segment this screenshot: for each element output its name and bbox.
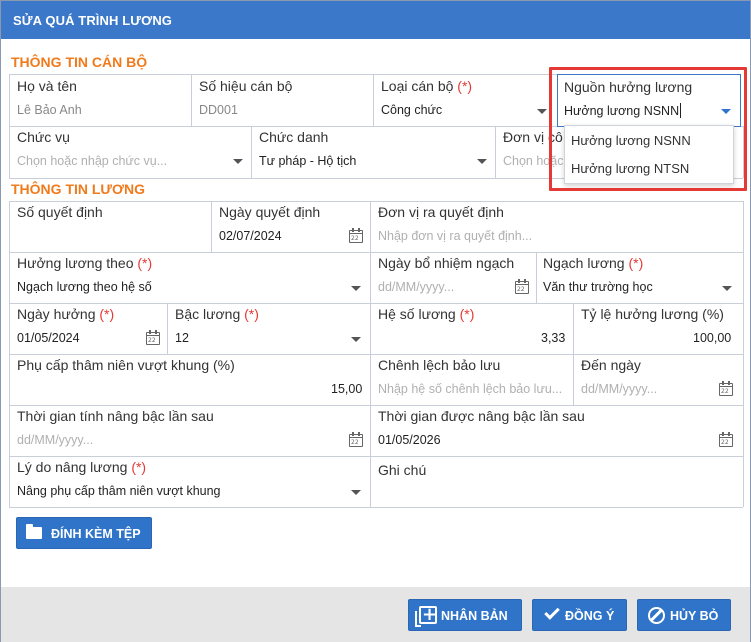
grid-line (191, 74, 192, 126)
grid-line (9, 201, 743, 202)
decision-date-label: Ngày quyết định (219, 204, 321, 220)
duplicate-label: NHÂN BẢN (441, 609, 508, 623)
grid-line (9, 354, 743, 355)
grid-line (251, 126, 252, 178)
position-label: Chức vụ (17, 129, 70, 145)
chevron-down-icon[interactable] (722, 286, 732, 291)
position-select[interactable]: Chọn hoặc nhập chức vụ... (17, 154, 217, 168)
calendar-icon[interactable] (349, 228, 363, 243)
grid-line (373, 74, 374, 126)
grid-line (370, 201, 371, 507)
grid-line (9, 456, 743, 457)
check-icon (544, 604, 560, 620)
chevron-down-icon[interactable] (351, 286, 361, 291)
cancel-button[interactable]: HỦY BỎ (637, 599, 731, 631)
grid-line (9, 74, 10, 178)
chevron-down-icon[interactable] (537, 109, 547, 114)
rank-date-label: Ngày bổ nhiệm ngạch (378, 255, 515, 271)
chevron-down-icon[interactable] (477, 159, 487, 164)
grade-label: Bậc lương (*) (175, 306, 259, 322)
next-raise-input[interactable]: 01/05/2026 (378, 433, 441, 447)
chevron-down-icon[interactable] (233, 159, 243, 164)
agree-label: ĐỒNG Ý (565, 609, 615, 623)
next-raise-calc-input[interactable]: dd/MM/yyyy... (17, 433, 167, 447)
dialog-title: SỬA QUÁ TRÌNH LƯƠNG (1, 1, 750, 39)
issuing-unit-label: Đơn vị ra quyết định (378, 204, 504, 220)
reserve-diff-input[interactable]: Nhập hệ số chênh lệch bảo lưu... (378, 382, 566, 396)
rank-date-input[interactable]: dd/MM/yyyy... (378, 280, 498, 294)
chevron-down-icon[interactable] (351, 337, 361, 342)
grid-line (9, 303, 743, 304)
copy-icon (415, 604, 437, 627)
to-date-label: Đến ngày (581, 357, 641, 373)
full-name-value: Lê Bảo Anh (17, 103, 82, 117)
folder-icon (26, 524, 42, 539)
full-name-label: Họ và tên (17, 78, 77, 94)
salary-by-label: Hưởng lương theo (*) (17, 255, 153, 271)
rate-label: Tỷ lệ hưởng lương (%) (581, 306, 724, 322)
grid-line (9, 405, 743, 406)
rank-select[interactable]: Văn thư trường học (543, 280, 653, 294)
decision-no-label: Số quyết định (17, 204, 103, 220)
grade-select[interactable]: 12 (175, 331, 189, 345)
grid-line (495, 126, 496, 178)
staff-type-select[interactable]: Công chức (381, 103, 442, 117)
duplicate-button[interactable]: NHÂN BẢN (408, 599, 522, 631)
coefficient-label: Hệ số lương (*) (378, 306, 475, 322)
grid-line (573, 303, 574, 405)
reason-select[interactable]: Nâng phụ cấp thâm niên vượt khung (17, 484, 221, 498)
effective-date-label: Ngày hưởng (*) (17, 306, 115, 322)
cancel-label: HỦY BỎ (670, 609, 719, 623)
next-raise-label: Thời gian được nâng bậc lần sau (378, 408, 585, 424)
rank-label: Ngạch lương (*) (543, 255, 644, 271)
calendar-icon[interactable] (719, 432, 733, 447)
section-salary-title: THÔNG TIN LƯƠNG (11, 181, 145, 197)
to-date-input[interactable]: dd/MM/yyyy... (581, 382, 691, 396)
calendar-icon[interactable] (719, 381, 733, 396)
grid-line (9, 74, 557, 75)
grid-line (743, 201, 744, 507)
note-label: Ghi chú (378, 462, 427, 478)
grid-line (211, 201, 212, 252)
highlight-annotation (549, 67, 747, 191)
grid-line (9, 252, 743, 253)
rate-input[interactable]: 100,00 (693, 331, 731, 345)
staff-type-label: Loại cán bộ (*) (381, 78, 473, 94)
grid-line (167, 303, 168, 354)
next-raise-calc-label: Thời gian tính nâng bậc lần sau (17, 408, 214, 424)
effective-date-input[interactable]: 01/05/2024 (17, 331, 80, 345)
issuing-unit-input[interactable]: Nhập đơn vị ra quyết định... (378, 229, 678, 243)
reason-label: Lý do nâng lương (*) (17, 459, 147, 475)
title-select[interactable]: Tư pháp - Hộ tịch (259, 154, 356, 168)
calendar-icon[interactable] (146, 330, 160, 345)
decision-date-input[interactable]: 02/07/2024 (219, 229, 282, 243)
attach-file-label: ĐÍNH KÈM TỆP (51, 527, 141, 541)
seniority-allowance-input[interactable]: 15,00 (331, 382, 362, 396)
staff-code-value: DD001 (199, 103, 238, 117)
grid-line (536, 252, 537, 303)
coefficient-input[interactable]: 3,33 (541, 331, 565, 345)
reserve-diff-label: Chênh lệch bảo lưu (378, 357, 501, 373)
agree-button[interactable]: ĐỒNG Ý (532, 599, 627, 631)
grid-line (9, 507, 743, 508)
edit-salary-dialog: SỬA QUÁ TRÌNH LƯƠNG THÔNG TIN CÁN BỘ Họ … (0, 0, 751, 642)
salary-by-select[interactable]: Ngạch lương theo hệ số (17, 280, 152, 294)
chevron-down-icon[interactable] (351, 490, 361, 495)
section-staff-title: THÔNG TIN CÁN BỘ (11, 54, 148, 70)
calendar-icon[interactable] (515, 279, 529, 294)
grid-line (9, 201, 10, 507)
attach-file-button[interactable]: ĐÍNH KÈM TỆP (16, 517, 152, 549)
staff-code-label: Số hiệu cán bộ (199, 78, 293, 94)
title-label: Chức danh (259, 129, 329, 145)
seniority-allowance-label: Phụ cấp thâm niên vượt khung (%) (17, 357, 235, 373)
calendar-icon[interactable] (349, 432, 363, 447)
cancel-icon (648, 607, 665, 624)
